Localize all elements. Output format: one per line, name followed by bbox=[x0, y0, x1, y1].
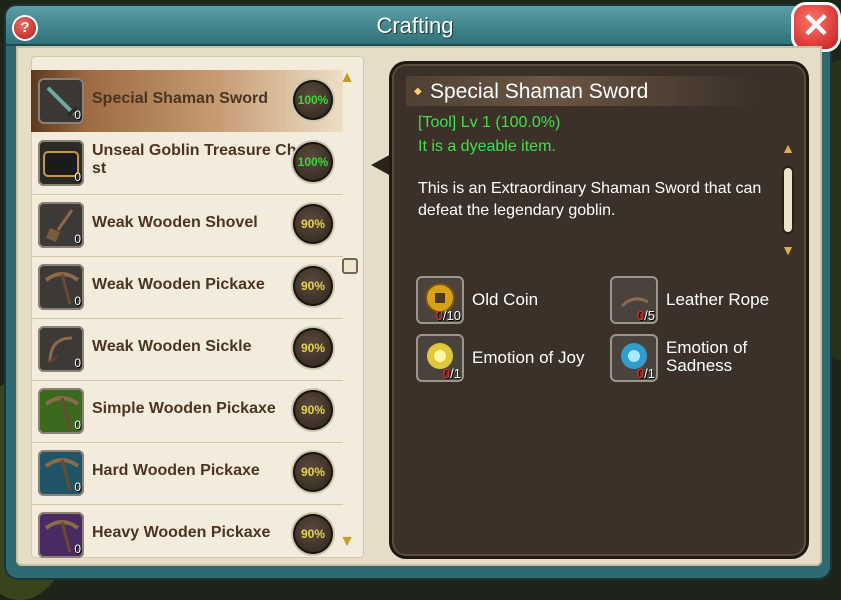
recipe-name: Simple Wooden Pickaxe bbox=[92, 400, 276, 417]
close-icon: ✕ bbox=[801, 7, 831, 45]
desc-scroll-thumb[interactable] bbox=[784, 168, 792, 232]
success-rate-badge: 90% bbox=[293, 204, 333, 244]
recipe-list[interactable]: 0 Special Shaman Sword 100% 0 Unseal Goblin … bbox=[31, 56, 364, 558]
recipe-row[interactable]: 0 Special Shaman Sword 100% bbox=[31, 70, 343, 132]
emotion-sadness-icon: 0/1 bbox=[610, 334, 658, 382]
window-title: Crafting bbox=[376, 13, 454, 38]
material-slot[interactable]: 0/1 Emotion of Sadness bbox=[610, 334, 800, 384]
pickaxe-icon: 0 bbox=[38, 512, 84, 558]
item-count: 0 bbox=[74, 542, 81, 556]
recipe-row[interactable]: 0 Weak Wooden Shovel 90% bbox=[31, 194, 343, 257]
item-description: This is an Extraordinary Shaman Sword th… bbox=[418, 180, 762, 219]
recipe-row[interactable]: 0 Heavy Wooden Pickaxe 90% bbox=[31, 504, 343, 558]
dyeable-line: It is a dyeable item. bbox=[418, 138, 556, 155]
success-rate-badge: 100% bbox=[293, 80, 333, 120]
success-rate-badge: 90% bbox=[293, 266, 333, 306]
success-rate-badge: 90% bbox=[293, 452, 333, 492]
emotion-joy-icon: 0/1 bbox=[416, 334, 464, 382]
sickle-icon: 0 bbox=[38, 326, 84, 372]
detail-pointer bbox=[371, 153, 393, 177]
title-bullet-icon: ◆ bbox=[414, 86, 422, 97]
recipe-name: Weak Wooden Pickaxe bbox=[92, 276, 265, 293]
item-count: 0 bbox=[74, 108, 81, 122]
leather-rope-icon: 0/5 bbox=[610, 276, 658, 324]
material-slot[interactable]: 0/1 Emotion of Joy bbox=[416, 334, 606, 384]
shaman-sword-icon: 0 bbox=[38, 78, 84, 124]
recipe-row[interactable]: 0 Weak Wooden Pickaxe 90% bbox=[31, 256, 343, 319]
recipe-row[interactable]: 0 Weak Wooden Sickle 90% bbox=[31, 318, 343, 381]
recipe-name: Unseal Goblin Treasure Ch st bbox=[92, 142, 297, 177]
help-button[interactable]: ? bbox=[14, 17, 36, 39]
close-button[interactable]: ✕ bbox=[794, 5, 838, 49]
old-coin-icon: 0/10 bbox=[416, 276, 464, 324]
item-detail-panel: ◆ Special Shaman Sword [Tool] Lv 1 (100.… bbox=[392, 64, 806, 556]
item-count: 0 bbox=[74, 294, 81, 308]
item-count: 0 bbox=[74, 232, 81, 246]
recipe-row[interactable]: 0 Simple Wooden Pickaxe 90% bbox=[31, 380, 343, 443]
pickaxe-icon: 0 bbox=[38, 450, 84, 496]
title-bar: Crafting bbox=[6, 6, 824, 46]
item-type-line: [Tool] Lv 1 (100.0%) bbox=[418, 114, 561, 131]
recipe-name: Hard Wooden Pickaxe bbox=[92, 462, 260, 479]
material-need: /5 bbox=[644, 308, 655, 323]
desc-scroll-down-icon[interactable]: ▼ bbox=[780, 242, 796, 258]
material-need: /10 bbox=[442, 308, 461, 323]
success-rate-badge: 100% bbox=[293, 142, 333, 182]
material-need: /1 bbox=[450, 366, 461, 381]
item-count: 0 bbox=[74, 356, 81, 370]
recipe-row[interactable]: 0 Hard Wooden Pickaxe 90% bbox=[31, 442, 343, 505]
success-rate-badge: 90% bbox=[293, 390, 333, 430]
pickaxe-icon: 0 bbox=[38, 264, 84, 310]
recipe-name: Special Shaman Sword bbox=[92, 90, 269, 107]
shovel-icon: 0 bbox=[38, 202, 84, 248]
item-count: 0 bbox=[74, 170, 81, 184]
material-name: Leather Rope bbox=[666, 290, 770, 309]
pickaxe-icon: 0 bbox=[38, 388, 84, 434]
desc-scroll-up-icon[interactable]: ▲ bbox=[780, 140, 796, 156]
material-name: Emotion of Joy bbox=[472, 348, 585, 367]
material-slot[interactable]: 0/5 Leather Rope bbox=[610, 276, 800, 326]
recipe-name: Heavy Wooden Pickaxe bbox=[92, 524, 271, 541]
material-name: Old Coin bbox=[472, 290, 539, 309]
success-rate-badge: 90% bbox=[293, 328, 333, 368]
material-have: 0 bbox=[435, 308, 443, 323]
success-rate-badge: 90% bbox=[293, 514, 333, 554]
item-count: 0 bbox=[74, 418, 81, 432]
list-scroll-down-icon[interactable]: ▼ bbox=[338, 532, 356, 552]
detail-title: Special Shaman Sword bbox=[430, 80, 649, 103]
recipe-name: Weak Wooden Sickle bbox=[92, 338, 252, 355]
recipe-name: Weak Wooden Shovel bbox=[92, 214, 258, 231]
material-need: /1 bbox=[644, 366, 655, 381]
list-scroll-thumb[interactable] bbox=[342, 258, 358, 274]
recipe-row[interactable]: 0 Unseal Goblin Treasure Ch st 100% bbox=[31, 132, 343, 195]
treasure-chest-icon: 0 bbox=[38, 140, 84, 186]
item-count: 0 bbox=[74, 480, 81, 494]
material-slot[interactable]: 0/10 Old Coin bbox=[416, 276, 606, 326]
material-name: Emotion of Sadness bbox=[666, 338, 748, 375]
list-scroll-up-icon[interactable]: ▲ bbox=[338, 68, 356, 88]
